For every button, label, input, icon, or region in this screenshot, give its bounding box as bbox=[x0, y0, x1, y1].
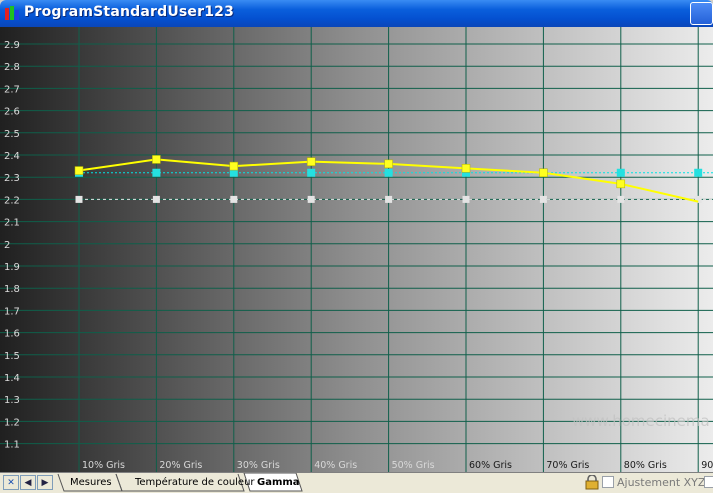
y-tick-label: 2.4 bbox=[4, 151, 20, 162]
y-tick-label: 2.3 bbox=[4, 173, 20, 184]
window-title: ProgramStandardUser123 bbox=[24, 4, 235, 20]
x-tick-label: 50% Gris bbox=[392, 460, 435, 471]
point-reference bbox=[539, 195, 547, 203]
y-tick-label: 1.7 bbox=[4, 306, 20, 317]
app-icon bbox=[5, 6, 19, 20]
point-measured bbox=[616, 179, 626, 189]
point-reference bbox=[75, 195, 83, 203]
point-measured bbox=[152, 155, 161, 164]
chart-background bbox=[0, 27, 713, 472]
tab-mesures[interactable]: Mesures bbox=[70, 474, 112, 491]
y-tick-label: 1.1 bbox=[4, 440, 20, 451]
tab-temperature-couleur[interactable]: Température de couleur bbox=[135, 474, 255, 491]
ajustement-checkbox[interactable] bbox=[602, 476, 614, 488]
y-tick-label: 1.3 bbox=[4, 395, 20, 406]
point-reference bbox=[617, 195, 625, 203]
tab-gamma[interactable]: Gamma bbox=[257, 474, 300, 491]
point-target bbox=[307, 168, 316, 177]
x-tick-label: 80% Gris bbox=[624, 460, 667, 471]
title-bar[interactable]: ProgramStandardUser123 bbox=[0, 0, 713, 27]
x-tick-label: 40% Gris bbox=[314, 460, 357, 471]
y-tick-label: 2.6 bbox=[4, 107, 20, 118]
x-tick-label: 10% Gris bbox=[82, 460, 125, 471]
y-tick-label: 1.4 bbox=[4, 373, 20, 384]
point-target bbox=[152, 168, 161, 177]
point-measured bbox=[461, 164, 471, 173]
x-tick-label: 30% Gris bbox=[237, 460, 280, 471]
x-tick-label: 90% bbox=[701, 460, 713, 471]
y-tick-label: 1.5 bbox=[4, 351, 20, 362]
x-tick-label: 60% Gris bbox=[469, 460, 512, 471]
point-target bbox=[384, 168, 393, 177]
tab-bar: ✕ ◀ ▶ Mesures Température de couleur Gam… bbox=[0, 472, 713, 493]
y-tick-label: 2.1 bbox=[4, 218, 20, 229]
point-reference bbox=[152, 195, 160, 203]
close-button[interactable] bbox=[690, 2, 713, 25]
y-tick-label: 1.2 bbox=[4, 417, 20, 428]
y-tick-label: 2.8 bbox=[4, 62, 20, 73]
point-measured bbox=[384, 159, 393, 169]
point-target bbox=[616, 168, 625, 177]
y-tick-label: 2.9 bbox=[4, 40, 20, 51]
extra-checkbox[interactable] bbox=[704, 476, 713, 488]
gamma-chart: 2.9 2.8 2.7 2.6 2.5 2.4 2.3 2.2 2.1 2 1.9 1.8 1.7 1.6… bbox=[0, 27, 713, 472]
y-tick-label: 1.8 bbox=[4, 284, 20, 295]
point-reference bbox=[307, 195, 315, 203]
y-tick-label: 2.5 bbox=[4, 129, 20, 140]
point-measured bbox=[74, 166, 84, 175]
x-tick-label: 20% Gris bbox=[159, 460, 202, 471]
point-target bbox=[694, 168, 703, 177]
point-reference bbox=[385, 195, 393, 203]
x-tick-label: 70% Gris bbox=[546, 460, 589, 471]
lock-icon[interactable] bbox=[585, 475, 599, 490]
y-tick-label: 2.2 bbox=[4, 195, 20, 206]
watermark: www.homecinema bbox=[572, 412, 710, 430]
point-measured bbox=[539, 168, 548, 178]
y-tick-label: 2 bbox=[4, 240, 10, 251]
y-tick-label: 1.6 bbox=[4, 329, 20, 340]
y-tick-label: 1.9 bbox=[4, 262, 20, 273]
point-measured bbox=[306, 157, 316, 166]
point-measured bbox=[229, 161, 239, 171]
ajustement-label: Ajustement XYZ bbox=[617, 476, 706, 489]
point-reference bbox=[462, 195, 470, 203]
point-reference bbox=[230, 195, 238, 203]
y-tick-label: 2.7 bbox=[4, 84, 20, 95]
